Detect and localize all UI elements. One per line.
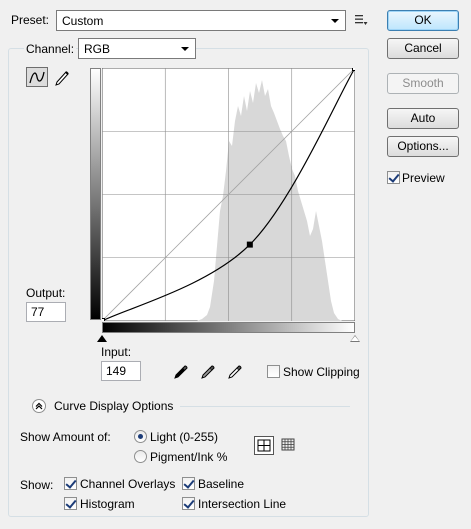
curves-graph[interactable] <box>102 68 355 321</box>
preset-options-icon[interactable] <box>354 13 368 27</box>
white-point-slider[interactable] <box>350 335 360 342</box>
light-radio[interactable] <box>134 430 147 443</box>
grid-16-icon <box>281 438 295 451</box>
curve-point-start[interactable] <box>102 318 105 322</box>
chevron-up-icon <box>35 402 43 410</box>
pigment-radio[interactable] <box>134 450 147 463</box>
curve-icon <box>29 71 45 84</box>
intersection-line-checkbox[interactable] <box>182 497 195 510</box>
histogram-label: Histogram <box>80 497 135 511</box>
channel-overlays-label: Channel Overlays <box>80 477 176 491</box>
ok-button[interactable]: OK <box>387 10 459 31</box>
preview-label: Preview <box>402 171 445 185</box>
chevron-down-icon <box>331 19 339 23</box>
pencil-tool[interactable] <box>52 67 72 87</box>
output-label: Output: <box>26 286 66 300</box>
gray-eyedropper-icon <box>201 365 215 379</box>
smooth-button[interactable]: Smooth <box>387 73 459 94</box>
curve-display-label: Curve Display Options <box>54 399 174 413</box>
grid-4-icon <box>257 439 271 452</box>
input-value: 149 <box>106 364 127 378</box>
pigment-radio-label: Pigment/Ink % <box>150 450 228 464</box>
intersection-line-label: Intersection Line <box>198 497 287 511</box>
options-button[interactable]: Options... <box>387 136 459 157</box>
preset-value: Custom <box>62 14 104 28</box>
curve-display-toggle[interactable] <box>32 399 46 413</box>
show-clipping-label: Show Clipping <box>283 365 360 379</box>
show-amount-label: Show Amount of: <box>20 430 111 444</box>
input-label: Input: <box>101 345 132 359</box>
white-eyedropper-icon <box>228 365 242 379</box>
detailed-grid-button[interactable] <box>279 436 297 455</box>
input-gradient-bar <box>102 322 355 333</box>
chevron-down-icon <box>181 47 189 51</box>
preset-label: Preset: <box>11 13 50 27</box>
simple-grid-button[interactable] <box>254 436 274 455</box>
pencil-icon <box>55 71 69 86</box>
preset-dropdown[interactable]: Custom <box>56 10 346 31</box>
histogram-checkbox[interactable] <box>64 497 77 510</box>
show-clipping-checkbox[interactable] <box>267 365 280 378</box>
cancel-button[interactable]: Cancel <box>387 38 459 59</box>
output-field[interactable]: 77 <box>26 302 66 322</box>
output-value: 77 <box>31 305 45 319</box>
channel-dropdown[interactable]: RGB <box>78 38 196 59</box>
black-eyedropper-icon <box>174 365 188 379</box>
baseline-label: Baseline <box>198 477 245 491</box>
curve-point-end[interactable] <box>352 68 356 71</box>
black-point-slider[interactable] <box>97 335 107 342</box>
auto-button[interactable]: Auto <box>387 108 459 129</box>
black-eyedropper-tool[interactable] <box>173 362 191 380</box>
curve-point-tool[interactable] <box>26 67 48 87</box>
curve-point-selected[interactable] <box>246 241 253 248</box>
channel-overlays-checkbox[interactable] <box>64 477 77 490</box>
preview-checkbox[interactable] <box>387 171 400 184</box>
input-field[interactable]: 149 <box>101 361 141 381</box>
channel-value: RGB <box>84 42 111 56</box>
white-eyedropper-tool[interactable] <box>227 362 245 380</box>
gray-eyedropper-tool[interactable] <box>200 362 218 380</box>
output-gradient-bar <box>90 68 101 320</box>
light-radio-label: Light (0-255) <box>150 430 219 444</box>
show-label: Show: <box>20 478 54 492</box>
channel-label: Channel: <box>24 42 77 56</box>
curve-display-divider <box>180 406 350 407</box>
baseline-checkbox[interactable] <box>182 477 195 490</box>
